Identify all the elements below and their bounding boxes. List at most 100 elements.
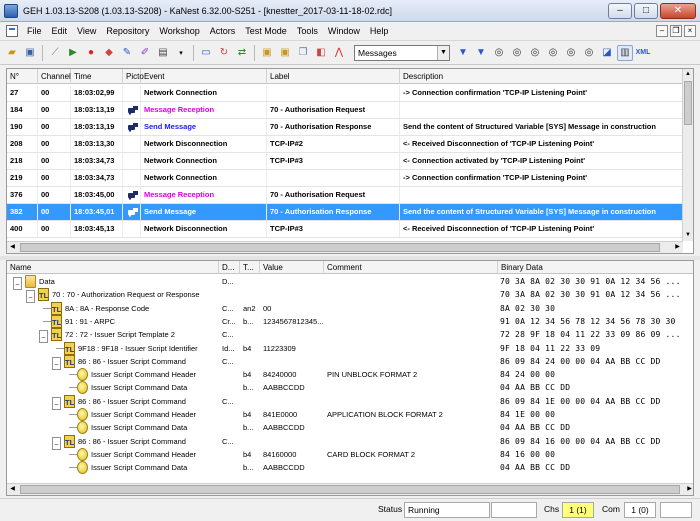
- column-header-d[interactable]: D...: [219, 261, 240, 274]
- maximize-button[interactable]: □: [634, 2, 658, 19]
- tree-row[interactable]: −TLV86 : 86 - Issuer Script CommandC...8…: [7, 434, 693, 450]
- column-header-label[interactable]: Label: [267, 69, 400, 84]
- document-icon[interactable]: [6, 25, 18, 37]
- menu-window[interactable]: Window: [323, 26, 365, 36]
- event-row[interactable]: 382 00 18:03:45,01 Send Message 70 - Authori…: [7, 204, 683, 221]
- pen-icon[interactable]: ✎: [119, 45, 135, 61]
- menu-workshop[interactable]: Workshop: [154, 26, 204, 36]
- column-header-description[interactable]: Description: [400, 69, 683, 84]
- play-icon[interactable]: ▶: [65, 45, 81, 61]
- menu-edit[interactable]: Edit: [47, 26, 73, 36]
- event-row[interactable]: 27 00 18:03:02,99 Network Connection -> Conn…: [7, 85, 683, 102]
- column-header-picto[interactable]: Picto: [123, 69, 144, 84]
- menu-file[interactable]: File: [22, 26, 47, 36]
- find-next-icon[interactable]: ◎: [509, 45, 525, 61]
- column-header-event[interactable]: Event: [141, 69, 267, 84]
- xml-icon[interactable]: XML: [635, 45, 651, 61]
- scroll-left-icon[interactable]: ◀: [7, 242, 18, 253]
- tag-icon[interactable]: ◆: [101, 45, 117, 61]
- column-header-name[interactable]: Name: [7, 261, 219, 274]
- copy-icon[interactable]: ❐: [295, 45, 311, 61]
- menu-tools[interactable]: Tools: [292, 26, 323, 36]
- event-log-horizontal-scrollbar[interactable]: ◀ ▶: [7, 241, 683, 253]
- column-header-value[interactable]: Value: [260, 261, 324, 274]
- event-row[interactable]: 190 00 18:03:13,19 Send Message 70 - Authori…: [7, 119, 683, 136]
- event-cell-channel: 00: [38, 170, 71, 186]
- search-icon[interactable]: ◎: [581, 45, 597, 61]
- menu-test-mode[interactable]: Test Mode: [240, 26, 292, 36]
- brush-icon[interactable]: ✐: [137, 45, 153, 61]
- tree-row[interactable]: −TLV70 : 70 - Authorization Request or R…: [7, 288, 693, 304]
- event-row[interactable]: 400 00 18:03:45,13 Network Disconnection TCP…: [7, 221, 683, 238]
- binoculars-icon[interactable]: ◎: [563, 45, 579, 61]
- traffic-light-icon[interactable]: ●: [83, 45, 99, 61]
- tree-row[interactable]: Issuer Script Command Data b... AABBCCDD 04…: [7, 381, 693, 395]
- find-prev-icon[interactable]: ◎: [527, 45, 543, 61]
- message-filter-select[interactable]: Messages ▼: [354, 44, 450, 61]
- import-icon[interactable]: ▣: [277, 45, 293, 61]
- paste-icon[interactable]: ◧: [313, 45, 329, 61]
- tree-row[interactable]: −TLV86 : 86 - Issuer Script CommandC...8…: [7, 354, 693, 370]
- alert-icon[interactable]: ⋀: [331, 45, 347, 61]
- scroll-thumb[interactable]: [20, 485, 680, 494]
- tree-row[interactable]: TLV8A : 8A - Response Code C... an2 00 8A 02…: [7, 301, 693, 315]
- network-icon[interactable]: ⇄: [234, 45, 250, 61]
- bookmark-icon[interactable]: ◪: [599, 45, 615, 61]
- scroll-right-icon[interactable]: ▶: [684, 484, 693, 495]
- column-header-time[interactable]: Time: [71, 69, 123, 84]
- column-header-number[interactable]: N°: [7, 69, 38, 84]
- find-all-icon[interactable]: ◎: [545, 45, 561, 61]
- document-icon[interactable]: ▤: [155, 45, 171, 61]
- menu-repository[interactable]: Repository: [101, 26, 154, 36]
- chevron-down-icon[interactable]: ▼: [437, 45, 449, 60]
- event-row[interactable]: 219 00 18:03:34,73 Network Connection -> Con…: [7, 170, 683, 187]
- menu-help[interactable]: Help: [365, 26, 394, 36]
- refresh-icon[interactable]: ↻: [216, 45, 232, 61]
- column-header-binary-data[interactable]: Binary Data: [498, 261, 693, 274]
- menu-actors[interactable]: Actors: [205, 26, 241, 36]
- tree-row[interactable]: TLV91 : 91 - ARPC Cr... b... 1234567812345.…: [7, 314, 693, 328]
- event-row[interactable]: 218 00 18:03:34,73 Network Connection TCP-IP…: [7, 153, 683, 170]
- event-row[interactable]: 376 00 18:03:45,00 Message Reception 70 - Au…: [7, 187, 683, 204]
- tree-horizontal-scrollbar[interactable]: ◀ ▶: [7, 483, 693, 495]
- tree-cell-d: Id...: [222, 343, 235, 353]
- layout-icon[interactable]: ▥: [617, 44, 633, 61]
- scroll-thumb[interactable]: [20, 243, 660, 252]
- tree-row[interactable]: − Data D... 70 3A 8A 02 30 30 91 0A 12 34 5…: [7, 275, 693, 290]
- card-icon[interactable]: ▭: [198, 45, 214, 61]
- wand-icon[interactable]: ⟋: [47, 45, 63, 61]
- scroll-down-icon[interactable]: ▼: [683, 230, 693, 241]
- menu-view[interactable]: View: [72, 26, 101, 36]
- scroll-thumb[interactable]: [684, 81, 692, 125]
- filter-add-icon[interactable]: ▼: [473, 45, 489, 61]
- event-cell-description: Send the content of Structured Variable …: [400, 119, 683, 135]
- find-icon[interactable]: ◎: [491, 45, 507, 61]
- scroll-left-icon[interactable]: ◀: [7, 484, 18, 495]
- minimize-button[interactable]: –: [608, 2, 632, 19]
- save-icon[interactable]: ▣: [22, 45, 38, 61]
- tree-row[interactable]: Issuer Script Command Header b4 84160000 CA…: [7, 447, 693, 461]
- child-close-button[interactable]: ×: [684, 25, 696, 37]
- open-icon[interactable]: ▰: [4, 45, 20, 61]
- scroll-right-icon[interactable]: ▶: [672, 242, 683, 253]
- dropdown-arrow-icon[interactable]: ▾: [173, 45, 189, 61]
- column-header-comment[interactable]: Comment: [324, 261, 498, 274]
- child-restore-button[interactable]: ❐: [670, 25, 682, 37]
- event-log-vertical-scrollbar[interactable]: ▲ ▼: [682, 69, 693, 241]
- child-minimize-button[interactable]: –: [656, 25, 668, 37]
- column-header-channel[interactable]: Channel: [38, 69, 71, 84]
- event-row[interactable]: 184 00 18:03:13,19 Message Reception 70 - Au…: [7, 102, 683, 119]
- scroll-up-icon[interactable]: ▲: [683, 69, 693, 80]
- tree-row[interactable]: TLV9F18 : 9F18 - Issuer Script Identifie…: [7, 341, 693, 355]
- event-row[interactable]: 208 00 18:03:13,30 Network Disconnection TCP…: [7, 136, 683, 153]
- tree-row[interactable]: Issuer Script Command Data b... AABBCCDD 04…: [7, 461, 693, 475]
- tree-row[interactable]: Issuer Script Command Data b... AABBCCDD 04…: [7, 421, 693, 435]
- close-button[interactable]: ✕: [660, 2, 696, 19]
- column-header-t[interactable]: T...: [240, 261, 260, 274]
- tree-row[interactable]: Issuer Script Command Header b4 841E0000 AP…: [7, 408, 693, 421]
- export-icon[interactable]: ▣: [259, 45, 275, 61]
- tree-row[interactable]: −TLV72 : 72 - Issuer Script Template 2C.…: [7, 328, 693, 344]
- tree-row[interactable]: Issuer Script Command Header b4 84240000 PI…: [7, 368, 693, 382]
- tree-row[interactable]: −TLV86 : 86 - Issuer Script CommandC...8…: [7, 394, 693, 410]
- filter-icon[interactable]: ▼: [455, 45, 471, 61]
